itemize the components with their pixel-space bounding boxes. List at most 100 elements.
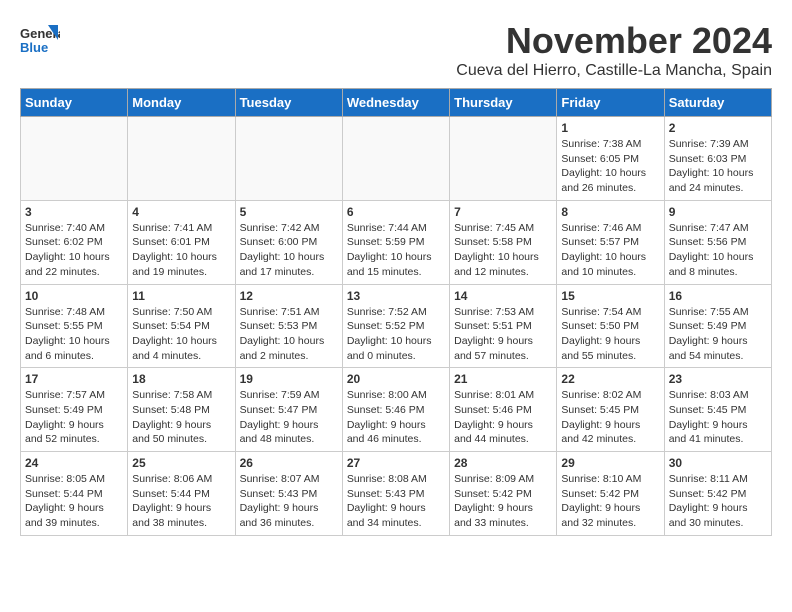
day-info: Sunrise: 8:08 AM Sunset: 5:43 PM Dayligh…	[347, 472, 445, 531]
day-of-week-header: Friday	[557, 89, 664, 117]
logo-icon: General Blue	[20, 20, 60, 60]
calendar-day-cell: 19 Sunrise: 7:59 AM Sunset: 5:47 PM Dayli…	[235, 368, 342, 452]
calendar-day-cell: 17 Sunrise: 7:57 AM Sunset: 5:49 PM Dayli…	[21, 368, 128, 452]
calendar-day-cell: 28Sunrise: 8:09 AM Sunset: 5:42 PM Dayli…	[450, 452, 557, 536]
day-info: Sunrise: 7:58 AM Sunset: 5:48 PM Dayligh…	[132, 388, 230, 447]
day-info: Sunrise: 7:52 AM Sunset: 5:52 PM Dayligh…	[347, 305, 445, 364]
day-of-week-header: Tuesday	[235, 89, 342, 117]
day-number: 9	[669, 205, 767, 219]
day-number: 27	[347, 456, 445, 470]
day-number: 5	[240, 205, 338, 219]
calendar-header-row: SundayMondayTuesdayWednesdayThursdayFrid…	[21, 89, 772, 117]
day-number: 28	[454, 456, 552, 470]
calendar-day-cell: 20 Sunrise: 8:00 AM Sunset: 5:46 PM Dayli…	[342, 368, 449, 452]
calendar-week-row: 3Sunrise: 7:40 AM Sunset: 6:02 PM Daylig…	[21, 200, 772, 284]
day-info: Sunrise: 7:45 AM Sunset: 5:58 PM Dayligh…	[454, 221, 552, 280]
calendar-day-cell: 8 Sunrise: 7:46 AM Sunset: 5:57 PM Daylig…	[557, 200, 664, 284]
day-info: Sunrise: 7:48 AM Sunset: 5:55 PM Dayligh…	[25, 305, 123, 364]
calendar-day-cell	[21, 117, 128, 201]
calendar-day-cell: 5 Sunrise: 7:42 AM Sunset: 6:00 PM Daylig…	[235, 200, 342, 284]
calendar-day-cell: 30 Sunrise: 8:11 AM Sunset: 5:42 PM Dayli…	[664, 452, 771, 536]
calendar-day-cell: 7 Sunrise: 7:45 AM Sunset: 5:58 PM Daylig…	[450, 200, 557, 284]
day-number: 16	[669, 289, 767, 303]
day-number: 25	[132, 456, 230, 470]
day-info: Sunrise: 7:39 AM Sunset: 6:03 PM Dayligh…	[669, 137, 767, 196]
day-of-week-header: Wednesday	[342, 89, 449, 117]
day-number: 1	[561, 121, 659, 135]
day-number: 10	[25, 289, 123, 303]
day-info: Sunrise: 7:50 AM Sunset: 5:54 PM Dayligh…	[132, 305, 230, 364]
day-number: 4	[132, 205, 230, 219]
calendar-day-cell: 2 Sunrise: 7:39 AM Sunset: 6:03 PM Daylig…	[664, 117, 771, 201]
day-info: Sunrise: 7:47 AM Sunset: 5:56 PM Dayligh…	[669, 221, 767, 280]
calendar-day-cell	[450, 117, 557, 201]
calendar-day-cell: 18 Sunrise: 7:58 AM Sunset: 5:48 PM Dayli…	[128, 368, 235, 452]
calendar-day-cell: 27 Sunrise: 8:08 AM Sunset: 5:43 PM Dayli…	[342, 452, 449, 536]
day-info: Sunrise: 8:11 AM Sunset: 5:42 PM Dayligh…	[669, 472, 767, 531]
day-of-week-header: Thursday	[450, 89, 557, 117]
day-number: 8	[561, 205, 659, 219]
day-info: Sunrise: 7:44 AM Sunset: 5:59 PM Dayligh…	[347, 221, 445, 280]
calendar-week-row: 1 Sunrise: 7:38 AM Sunset: 6:05 PM Daylig…	[21, 117, 772, 201]
day-info: Sunrise: 7:42 AM Sunset: 6:00 PM Dayligh…	[240, 221, 338, 280]
calendar-day-cell: 12 Sunrise: 7:51 AM Sunset: 5:53 PM Dayli…	[235, 284, 342, 368]
calendar-day-cell: 21 Sunrise: 8:01 AM Sunset: 5:46 PM Dayli…	[450, 368, 557, 452]
calendar-week-row: 24 Sunrise: 8:05 AM Sunset: 5:44 PM Dayli…	[21, 452, 772, 536]
calendar-day-cell: 1 Sunrise: 7:38 AM Sunset: 6:05 PM Daylig…	[557, 117, 664, 201]
month-title: November 2024	[456, 20, 772, 62]
day-info: Sunrise: 7:38 AM Sunset: 6:05 PM Dayligh…	[561, 137, 659, 196]
day-number: 15	[561, 289, 659, 303]
day-info: Sunrise: 7:55 AM Sunset: 5:49 PM Dayligh…	[669, 305, 767, 364]
day-number: 24	[25, 456, 123, 470]
day-info: Sunrise: 7:41 AM Sunset: 6:01 PM Dayligh…	[132, 221, 230, 280]
svg-text:Blue: Blue	[20, 40, 48, 55]
calendar-day-cell: 15 Sunrise: 7:54 AM Sunset: 5:50 PM Dayli…	[557, 284, 664, 368]
calendar-day-cell: 13Sunrise: 7:52 AM Sunset: 5:52 PM Dayli…	[342, 284, 449, 368]
day-of-week-header: Saturday	[664, 89, 771, 117]
day-number: 30	[669, 456, 767, 470]
day-info: Sunrise: 7:40 AM Sunset: 6:02 PM Dayligh…	[25, 221, 123, 280]
day-number: 20	[347, 372, 445, 386]
day-info: Sunrise: 8:06 AM Sunset: 5:44 PM Dayligh…	[132, 472, 230, 531]
day-number: 19	[240, 372, 338, 386]
day-number: 18	[132, 372, 230, 386]
calendar-day-cell: 3Sunrise: 7:40 AM Sunset: 6:02 PM Daylig…	[21, 200, 128, 284]
calendar-day-cell: 14Sunrise: 7:53 AM Sunset: 5:51 PM Dayli…	[450, 284, 557, 368]
day-number: 23	[669, 372, 767, 386]
day-number: 2	[669, 121, 767, 135]
day-number: 7	[454, 205, 552, 219]
page-header: General Blue November 2024 Cueva del Hie…	[20, 20, 772, 80]
calendar-day-cell: 22 Sunrise: 8:02 AM Sunset: 5:45 PM Dayli…	[557, 368, 664, 452]
day-number: 29	[561, 456, 659, 470]
day-number: 17	[25, 372, 123, 386]
calendar-day-cell: 26Sunrise: 8:07 AM Sunset: 5:43 PM Dayli…	[235, 452, 342, 536]
day-number: 12	[240, 289, 338, 303]
calendar-day-cell	[342, 117, 449, 201]
day-number: 11	[132, 289, 230, 303]
calendar-day-cell: 9 Sunrise: 7:47 AM Sunset: 5:56 PM Daylig…	[664, 200, 771, 284]
day-number: 21	[454, 372, 552, 386]
day-info: Sunrise: 7:59 AM Sunset: 5:47 PM Dayligh…	[240, 388, 338, 447]
day-of-week-header: Sunday	[21, 89, 128, 117]
location-subtitle: Cueva del Hierro, Castille-La Mancha, Sp…	[456, 62, 772, 80]
day-info: Sunrise: 7:57 AM Sunset: 5:49 PM Dayligh…	[25, 388, 123, 447]
day-info: Sunrise: 8:00 AM Sunset: 5:46 PM Dayligh…	[347, 388, 445, 447]
calendar-day-cell	[235, 117, 342, 201]
day-number: 22	[561, 372, 659, 386]
day-info: Sunrise: 8:03 AM Sunset: 5:45 PM Dayligh…	[669, 388, 767, 447]
calendar-day-cell: 16 Sunrise: 7:55 AM Sunset: 5:49 PM Dayli…	[664, 284, 771, 368]
calendar-day-cell: 25 Sunrise: 8:06 AM Sunset: 5:44 PM Dayli…	[128, 452, 235, 536]
calendar-day-cell: 6Sunrise: 7:44 AM Sunset: 5:59 PM Daylig…	[342, 200, 449, 284]
calendar-week-row: 10 Sunrise: 7:48 AM Sunset: 5:55 PM Dayli…	[21, 284, 772, 368]
title-block: November 2024 Cueva del Hierro, Castille…	[456, 20, 772, 80]
calendar-week-row: 17 Sunrise: 7:57 AM Sunset: 5:49 PM Dayli…	[21, 368, 772, 452]
calendar-day-cell: 4 Sunrise: 7:41 AM Sunset: 6:01 PM Daylig…	[128, 200, 235, 284]
calendar-day-cell: 29Sunrise: 8:10 AM Sunset: 5:42 PM Dayli…	[557, 452, 664, 536]
day-info: Sunrise: 7:51 AM Sunset: 5:53 PM Dayligh…	[240, 305, 338, 364]
day-info: Sunrise: 8:05 AM Sunset: 5:44 PM Dayligh…	[25, 472, 123, 531]
day-info: Sunrise: 8:01 AM Sunset: 5:46 PM Dayligh…	[454, 388, 552, 447]
calendar-day-cell: 10 Sunrise: 7:48 AM Sunset: 5:55 PM Dayli…	[21, 284, 128, 368]
day-info: Sunrise: 7:46 AM Sunset: 5:57 PM Dayligh…	[561, 221, 659, 280]
day-info: Sunrise: 8:02 AM Sunset: 5:45 PM Dayligh…	[561, 388, 659, 447]
day-info: Sunrise: 7:54 AM Sunset: 5:50 PM Dayligh…	[561, 305, 659, 364]
